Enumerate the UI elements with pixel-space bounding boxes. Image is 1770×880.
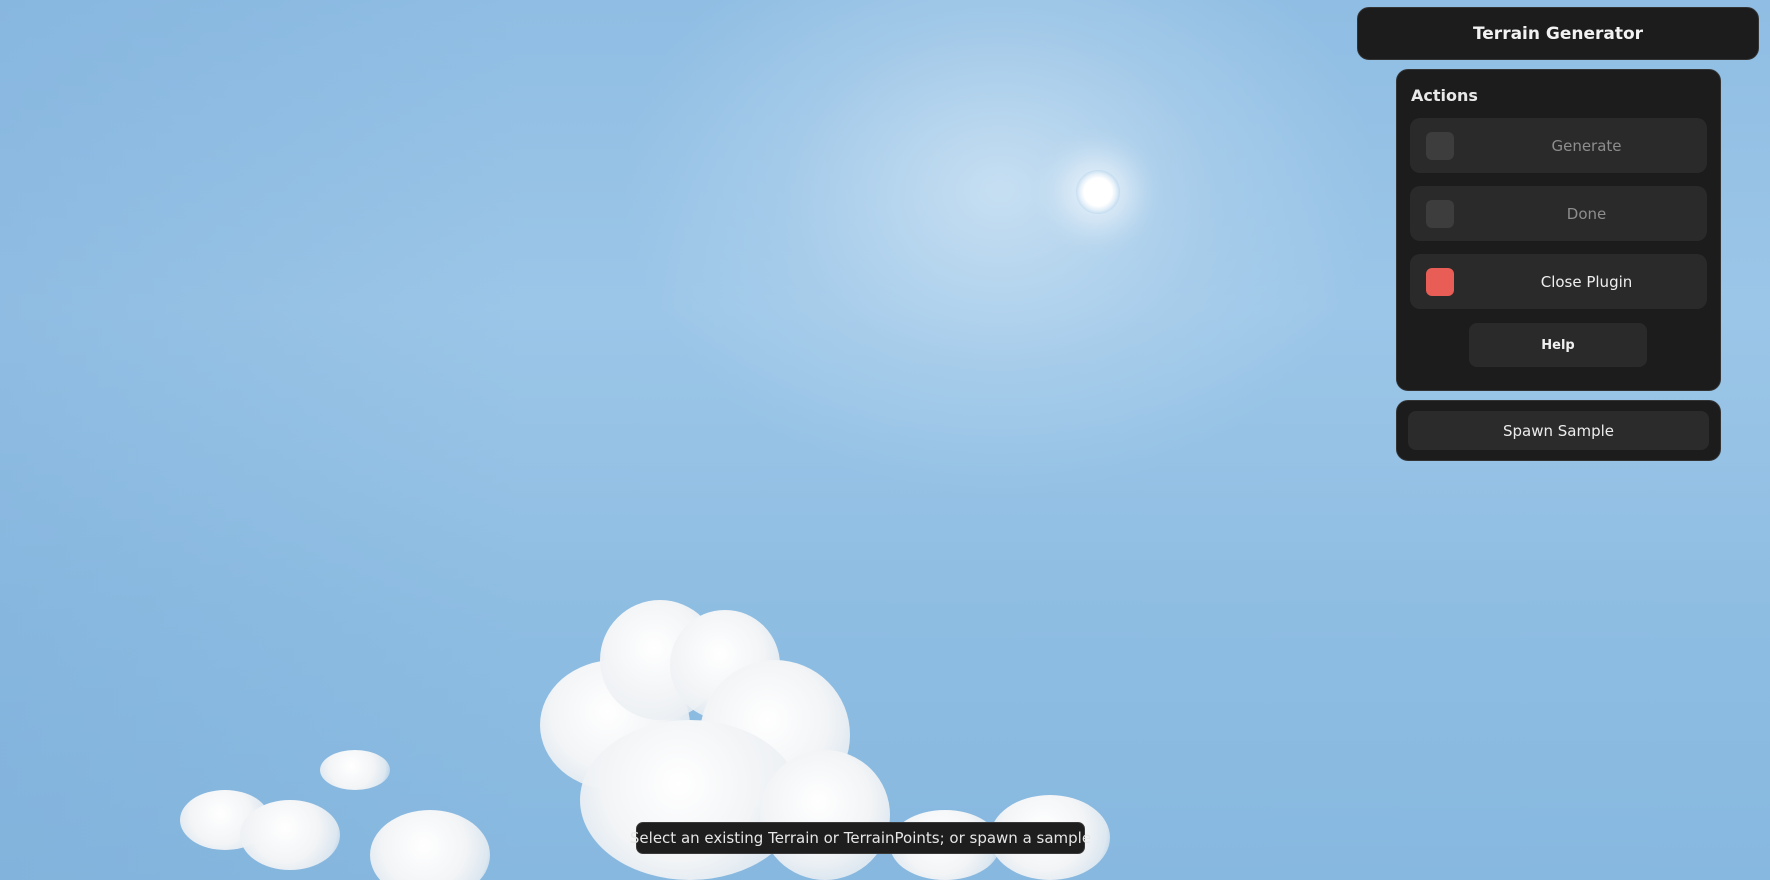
sun-icon — [1076, 170, 1120, 214]
sky-glow — [620, 0, 1380, 500]
plugin-title: Terrain Generator — [1472, 23, 1644, 44]
help-button[interactable]: Help — [1469, 323, 1647, 367]
generate-label: Generate — [1551, 136, 1622, 155]
close-plugin-status-indicator — [1426, 268, 1454, 296]
generate-button[interactable]: Generate — [1410, 118, 1707, 173]
plugin-title-bar: Terrain Generator — [1357, 7, 1759, 60]
close-plugin-button[interactable]: Close Plugin — [1410, 254, 1707, 309]
done-status-indicator — [1426, 200, 1454, 228]
generate-status-indicator — [1426, 132, 1454, 160]
done-button[interactable]: Done — [1410, 186, 1707, 241]
actions-heading: Actions — [1411, 86, 1478, 105]
actions-panel: Actions Generate Done Close Plugin Help — [1396, 69, 1721, 391]
done-label: Done — [1566, 204, 1607, 223]
cloud-small — [320, 750, 400, 800]
sky-shading — [0, 0, 520, 880]
spawn-panel: Spawn Sample — [1396, 400, 1721, 461]
status-message: Select an existing Terrain or TerrainPoi… — [630, 822, 1091, 854]
close-plugin-label: Close Plugin — [1540, 272, 1633, 291]
spawn-sample-button[interactable]: Spawn Sample — [1408, 411, 1709, 450]
